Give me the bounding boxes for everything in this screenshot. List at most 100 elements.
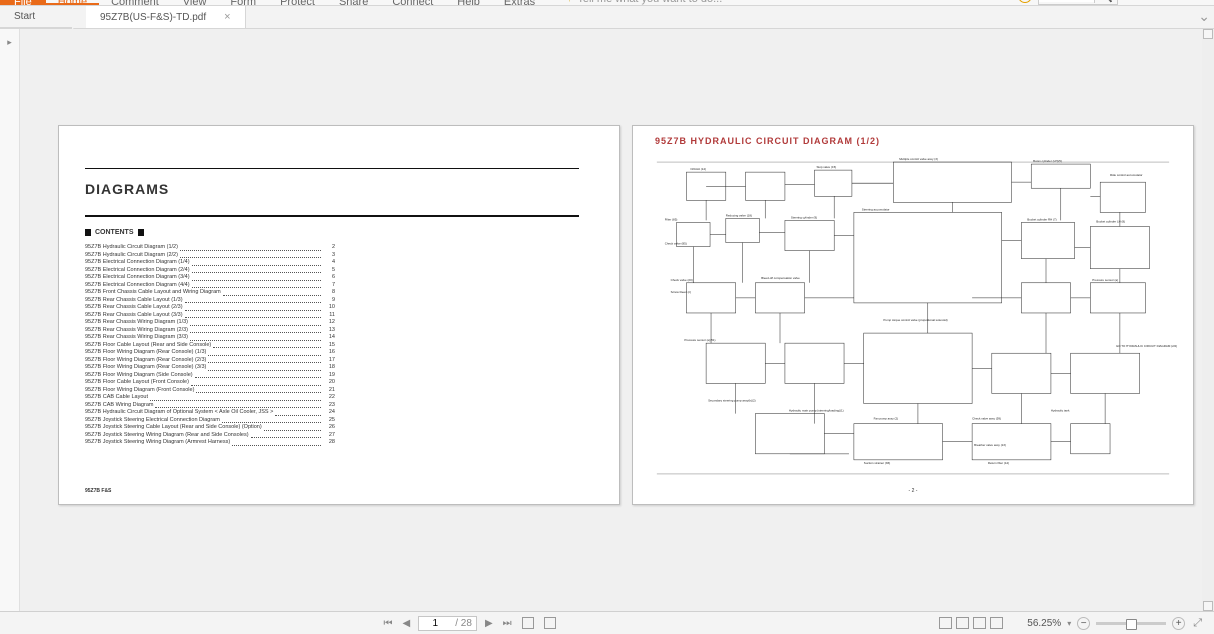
page-number: - 2 - [909, 488, 918, 494]
svg-text:Hydraulic tank: Hydraulic tank [1051, 409, 1070, 413]
prev-page-icon[interactable]: ◀ [401, 618, 413, 629]
page-total: / 28 [451, 618, 476, 629]
pdf-page-1: DIAGRAMS CONTENTS 95Z7B Hydraulic Circui… [58, 125, 620, 505]
toc-list: 95Z7B Hydraulic Circuit Diagram (1/2)295… [85, 244, 335, 447]
svg-text:Check valve assy (59): Check valve assy (59) [972, 417, 1001, 421]
svg-text:Ride control accumulator: Ride control accumulator [1110, 173, 1143, 177]
tab-start[interactable]: Start [0, 6, 72, 28]
toc-entry: 95Z7B Floor Wiring Diagram (Rear Console… [85, 364, 335, 372]
toc-entry: 95Z7B Hydraulic Circuit Diagram (2/2)3 [85, 252, 335, 260]
page-footer: 95Z7B F&S [85, 488, 111, 494]
toc-entry: 95Z7B Hydraulic Circuit Diagram of Optio… [85, 409, 335, 417]
svg-text:Boom cylinder (LH)(5): Boom cylinder (LH)(5) [1033, 159, 1062, 163]
last-page-icon[interactable]: ⏭ [501, 618, 514, 629]
svg-text:Secondary steering pump assy(b: Secondary steering pump assy(b)(2) [708, 398, 756, 402]
view-mode-1-icon[interactable] [939, 617, 952, 629]
view-mode-3-icon[interactable] [973, 617, 986, 629]
zoom-in-button[interactable]: + [1172, 617, 1185, 630]
svg-text:GO TO HYDRAULIC CIRCUIT DIAGRA: GO TO HYDRAULIC CIRCUIT DIAGRAM (2/2) [1116, 344, 1177, 348]
toc-entry: 95Z7B Rear Chassis Wiring Diagram (3/3)1… [85, 334, 335, 342]
status-bar: ⏮ ◀ / 28 ▶ ⏭ 56.25% ▾ − + ⤢ [0, 611, 1214, 634]
toc-entry: 95Z7B Floor Wiring Diagram (Side Console… [85, 372, 335, 380]
svg-text:Steering cylinder (9): Steering cylinder (9) [791, 215, 817, 219]
svg-text:Suction strainer (83): Suction strainer (83) [864, 461, 890, 465]
scroll-up-icon[interactable] [1203, 29, 1213, 39]
toc-entry: 95Z7B Floor Wiring Diagram (Rear Console… [85, 349, 335, 357]
svg-text:Screw bleed (c): Screw bleed (c) [671, 290, 691, 294]
toc-entry: 95Z7B Electrical Connection Diagram (4/4… [85, 282, 335, 290]
vertical-scrollbar[interactable] [1202, 29, 1214, 611]
svg-text:Reducing valve (18): Reducing valve (18) [726, 213, 752, 217]
toc-entry: 95Z7B Joystick Steering Electrical Conne… [85, 417, 335, 425]
toc-entry: 95Z7B Joystick Steering Cable Layout (Re… [85, 424, 335, 432]
diagram-title: 95Z7B HYDRAULIC CIRCUIT DIAGRAM (1/2) [655, 136, 880, 146]
view-mode-2-icon[interactable] [956, 617, 969, 629]
find-nav[interactable]: ◂▸ [1124, 0, 1138, 2]
fullscreen-icon[interactable]: ⤢ [1191, 617, 1204, 630]
page-number-input[interactable] [419, 618, 451, 629]
toc-entry: 95Z7B Floor Wiring Diagram (Rear Console… [85, 357, 335, 365]
toc-entry: 95Z7B Electrical Connection Diagram (3/4… [85, 274, 335, 282]
find-input[interactable] [1039, 0, 1094, 2]
svg-text:Breather valve assy (13): Breather valve assy (13) [974, 443, 1006, 447]
tab-document-label: 95Z7B(US-F&S)-TD.pdf [100, 12, 206, 23]
svg-text:Filter (85): Filter (85) [665, 217, 678, 221]
zoom-slider[interactable] [1096, 622, 1166, 625]
svg-text:Orbitrol (14): Orbitrol (14) [690, 167, 706, 171]
toc-contents-label: CONTENTS [85, 229, 144, 236]
toc-entry: 95Z7B Electrical Connection Diagram (2/4… [85, 267, 335, 275]
toc-entry: 95Z7B Rear Chassis Cable Layout (3/3)11 [85, 312, 335, 320]
settings-gear-icon[interactable] [1018, 0, 1032, 3]
window-icon[interactable]: ❐ [1176, 0, 1193, 2]
tabbar: Start 95Z7B(US-F&S)-TD.pdf × ⌄ [0, 5, 1214, 29]
next-page-icon[interactable]: ▶ [483, 618, 495, 629]
view-mode-4-icon[interactable] [990, 617, 1003, 629]
toc-entry: 95Z7B Floor Wiring Diagram (Front Consol… [85, 387, 335, 395]
tablist-overflow-icon[interactable]: ⌄ [1198, 8, 1210, 25]
document-viewer[interactable]: DIAGRAMS CONTENTS 95Z7B Hydraulic Circui… [20, 29, 1214, 611]
svg-text:Pressure sensor (a): Pressure sensor (a) [1092, 278, 1118, 282]
toc-entry: 95Z7B Rear Chassis Cable Layout (2/3)10 [85, 304, 335, 312]
nav-pane-toggle[interactable]: ▸ [0, 29, 20, 611]
svg-text:Bucket cylinder RH (7): Bucket cylinder RH (7) [1027, 217, 1056, 221]
svg-text:Multiple control valve assy (3: Multiple control valve assy (3) [899, 157, 938, 161]
svg-text:Check valve (85): Check valve (85) [665, 242, 687, 246]
svg-text:Steering accumulator: Steering accumulator [862, 207, 890, 211]
first-page-icon[interactable]: ⏮ [382, 618, 395, 629]
ribbon-collapse-icon[interactable]: ^ [1193, 0, 1206, 2]
toc-entry: 95Z7B Hydraulic Circuit Diagram (1/2)2 [85, 244, 335, 252]
svg-text:Fan pump assy (2): Fan pump assy (2) [874, 417, 898, 421]
tab-close-icon[interactable]: × [224, 11, 230, 23]
zoom-dropdown-icon[interactable]: ▾ [1067, 619, 1071, 628]
toc-title: DIAGRAMS [85, 181, 579, 197]
svg-text:Bucket cylinder LH (8): Bucket cylinder LH (8) [1096, 219, 1125, 223]
zoom-percent[interactable]: 56.25% [1015, 618, 1061, 629]
svg-text:Check valve (20): Check valve (20) [671, 278, 693, 282]
toc-entry: 95Z7B Front Chassis Cable Layout and Wir… [85, 289, 335, 297]
svg-text:Pressure sensor (e)(51): Pressure sensor (e)(51) [684, 338, 715, 342]
zoom-controls: 56.25% ▾ − + ⤢ [1015, 617, 1214, 630]
search-icon[interactable]: 🔍 [1094, 0, 1117, 3]
toc-entry: 95Z7B Joystick Steering Wiring Diagram (… [85, 439, 335, 447]
scroll-down-icon[interactable] [1203, 601, 1213, 611]
zoom-out-button[interactable]: − [1077, 617, 1090, 630]
page-navigation: ⏮ ◀ / 28 ▶ ⏭ [382, 616, 558, 631]
layout-single-icon[interactable] [522, 617, 534, 629]
toc-entry: 95Z7B CAB Cable Layout22 [85, 394, 335, 402]
toc-entry: 95Z7B CAB Wiring Diagram23 [85, 402, 335, 410]
toc-entry: 95Z7B Rear Chassis Wiring Diagram (1/3)1… [85, 319, 335, 327]
toc-entry: 95Z7B Joystick Steering Wiring Diagram (… [85, 432, 335, 440]
svg-text:Hydraulic main pump (steering/: Hydraulic main pump (steering/loading)(1… [789, 409, 844, 413]
toc-entry: 95Z7B Rear Chassis Wiring Diagram (2/3)1… [85, 327, 335, 335]
toc-entry: 95Z7B Floor Cable Layout (Rear and Side … [85, 342, 335, 350]
svg-text:Bleed-off compensation valve: Bleed-off compensation valve [761, 276, 800, 280]
tab-document[interactable]: 95Z7B(US-F&S)-TD.pdf × [86, 6, 246, 28]
toc-entry: 95Z7B Rear Chassis Cable Layout (1/3)9 [85, 297, 335, 305]
svg-text:Pump torque control valve (pro: Pump torque control valve (proportional … [883, 318, 947, 322]
toc-entry: 95Z7B Floor Cable Layout (Front Console)… [85, 379, 335, 387]
toc-entry: 95Z7B Electrical Connection Diagram (1/4… [85, 259, 335, 267]
hydraulic-diagram: Orbitrol (14)Stop valve (15) Multiple co… [647, 152, 1179, 484]
layout-facing-icon[interactable] [544, 617, 556, 629]
svg-text:Return filter (12): Return filter (12) [988, 461, 1009, 465]
share-icon[interactable]: ⇪ [1160, 0, 1176, 2]
